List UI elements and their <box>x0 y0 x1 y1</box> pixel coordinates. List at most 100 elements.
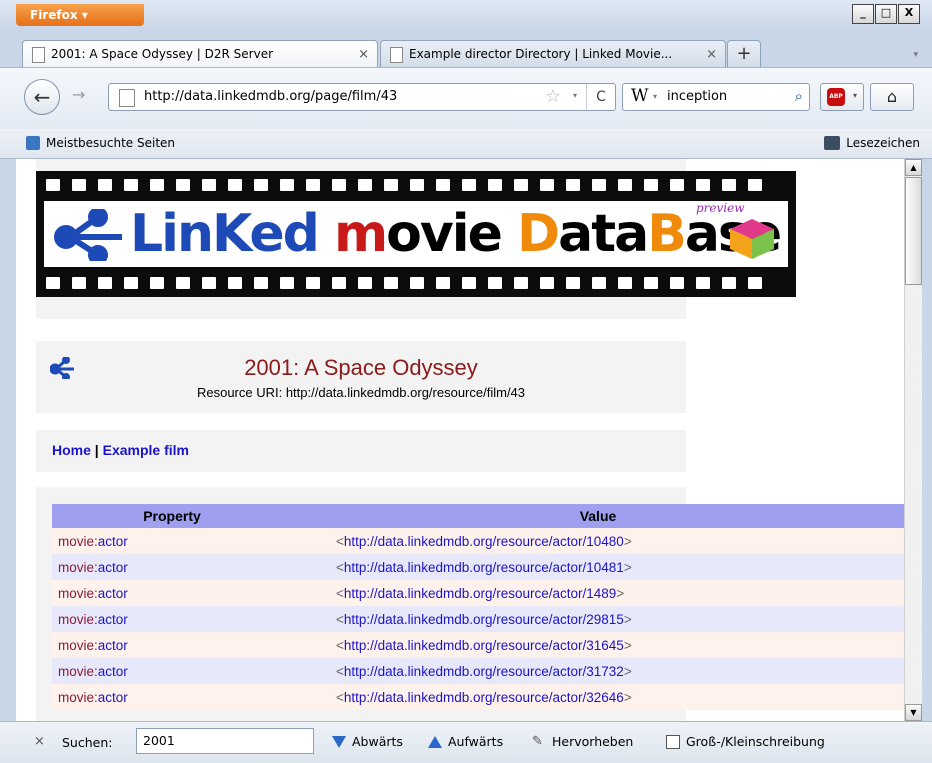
highlighter-icon: ✎ <box>532 733 543 749</box>
wikipedia-engine-icon[interactable]: W <box>631 86 648 106</box>
find-label: Suchen: <box>62 735 113 750</box>
property-link[interactable]: actor <box>98 612 128 627</box>
logo-ovie: ovie <box>386 204 517 264</box>
search-input[interactable]: inception <box>667 84 727 110</box>
maximize-button[interactable]: □ <box>875 4 897 24</box>
property-prefix: movie: <box>58 689 98 705</box>
table-row: movie:actor <http://data.linkedmdb.org/r… <box>52 554 904 580</box>
firefox-menu-button[interactable]: Firefox ▾ <box>16 4 144 26</box>
find-previous-label: Aufwärts <box>448 734 504 749</box>
search-bar[interactable]: W ▾ inception ⌕ <box>622 83 810 111</box>
close-window-button[interactable]: X <box>898 4 920 24</box>
property-link[interactable]: actor <box>98 560 128 575</box>
find-input[interactable]: 2001 <box>136 728 314 754</box>
bookmarks-toolbar: Meistbesuchte Seiten Lesezeichen <box>0 129 932 159</box>
film-perforation-top <box>46 179 786 193</box>
chevron-down-icon[interactable]: ▾ <box>853 91 857 100</box>
property-prefix: movie: <box>58 663 98 679</box>
tab-title: Example director Directory | Linked Movi… <box>409 47 673 61</box>
url-text[interactable]: http://data.linkedmdb.org/page/film/43 <box>144 84 397 110</box>
find-next-label: Abwärts <box>352 734 403 749</box>
property-table: Property Value movie:actor <http://data.… <box>52 504 904 710</box>
property-prefix: movie: <box>58 559 98 575</box>
cube-icon <box>730 219 774 259</box>
value-link[interactable]: http://data.linkedmdb.org/resource/actor… <box>344 586 616 601</box>
property-link[interactable]: actor <box>98 534 128 549</box>
most-visited-label: Meistbesuchte Seiten <box>46 136 176 150</box>
property-link[interactable]: actor <box>98 586 128 601</box>
table-row: movie:actor <http://data.linkedmdb.org/r… <box>52 632 904 658</box>
arrow-down-icon <box>332 735 346 748</box>
value-link[interactable]: http://data.linkedmdb.org/resource/actor… <box>344 560 624 575</box>
value-link[interactable]: http://data.linkedmdb.org/resource/actor… <box>344 612 624 627</box>
logo-strip: LinKed movie DataBase preview <box>44 201 788 267</box>
close-tab-icon[interactable]: × <box>706 41 717 67</box>
close-tab-icon[interactable]: × <box>358 41 369 67</box>
tab-strip: 2001: A Space Odyssey | D2R Server × Exa… <box>0 34 932 67</box>
bookmark-star-icon[interactable]: ☆ <box>545 86 561 107</box>
page-viewport: LinKed movie DataBase preview 2001: A Sp… <box>16 159 904 721</box>
property-prefix: movie: <box>58 533 98 549</box>
url-bar[interactable]: http://data.linkedmdb.org/page/film/43 ☆… <box>108 83 616 111</box>
scrollbar-thumb[interactable] <box>905 177 922 285</box>
site-identity-icon[interactable] <box>119 89 135 107</box>
property-prefix: movie: <box>58 637 98 653</box>
tab-active[interactable]: 2001: A Space Odyssey | D2R Server × <box>22 40 378 67</box>
adblock-icon: ABP <box>827 88 845 106</box>
property-link[interactable]: actor <box>98 638 128 653</box>
logo-d: D <box>516 204 560 264</box>
value-link[interactable]: http://data.linkedmdb.org/resource/actor… <box>344 534 624 549</box>
home-button[interactable]: ⌂ <box>870 83 914 111</box>
property-column-header: Property <box>52 504 292 528</box>
property-prefix: movie: <box>58 611 98 627</box>
search-icon[interactable]: ⌕ <box>795 87 803 105</box>
linked-movie-database-logo[interactable]: LinKed movie DataBase preview <box>36 171 796 297</box>
value-link[interactable]: http://data.linkedmdb.org/resource/actor… <box>344 638 624 653</box>
logo-m: m <box>333 204 388 264</box>
title-panel: 2001: A Space Odyssey Resource URI: http… <box>36 341 686 413</box>
preview-label: preview <box>696 201 745 215</box>
breadcrumb-home-link[interactable]: Home <box>52 442 91 458</box>
vertical-scrollbar[interactable]: ▲ ▼ <box>904 159 922 721</box>
back-button[interactable]: ← <box>24 79 60 115</box>
find-next-button[interactable]: Abwärts <box>332 734 403 749</box>
property-link[interactable]: actor <box>98 690 128 705</box>
bookmarks-menu-button[interactable]: Lesezeichen <box>824 136 920 150</box>
engine-dropdown-icon[interactable]: ▾ <box>653 92 657 101</box>
forward-button[interactable]: → <box>72 85 85 104</box>
match-case-label: Groß-/Kleinschreibung <box>686 734 825 749</box>
bookmarks-icon <box>824 136 841 150</box>
logo-b: B <box>647 204 687 264</box>
window-controls: _ □ X <box>852 4 920 24</box>
match-case-checkbox[interactable]: Groß-/Kleinschreibung <box>666 734 825 749</box>
most-visited-bookmark[interactable]: Meistbesuchte Seiten <box>26 136 175 150</box>
url-history-dropdown-icon[interactable]: ▾ <box>573 91 577 100</box>
table-row: movie:actor <http://data.linkedmdb.org/r… <box>52 528 904 554</box>
property-prefix: movie: <box>58 585 98 601</box>
logo-ata: ata <box>558 204 649 264</box>
find-previous-button[interactable]: Aufwärts <box>428 734 503 749</box>
tab-title: 2001: A Space Odyssey | D2R Server <box>51 47 274 61</box>
breadcrumb: Home | Example film <box>36 430 686 472</box>
value-link[interactable]: http://data.linkedmdb.org/resource/actor… <box>344 664 624 679</box>
scroll-down-icon[interactable]: ▼ <box>905 704 922 721</box>
adblock-plus-button[interactable]: ABP ▾ <box>820 83 864 111</box>
property-link[interactable]: actor <box>98 664 128 679</box>
table-row: movie:actor <http://data.linkedmdb.org/r… <box>52 580 904 606</box>
new-tab-button[interactable]: + <box>727 40 761 67</box>
tab-list-icon[interactable]: ▾ <box>913 50 918 60</box>
network-logo-icon <box>54 209 122 261</box>
close-findbar-icon[interactable]: × <box>34 734 45 749</box>
reload-button[interactable]: C <box>586 84 615 110</box>
checkbox-icon[interactable] <box>666 734 680 749</box>
minimize-button[interactable]: _ <box>852 4 874 24</box>
breadcrumb-example-film-link[interactable]: Example film <box>103 442 189 458</box>
value-link[interactable]: http://data.linkedmdb.org/resource/actor… <box>344 690 624 705</box>
page-icon <box>32 47 45 63</box>
find-bar: × Suchen: 2001 Abwärts Aufwärts ✎ Hervor… <box>0 721 932 763</box>
highlight-label: Hervorheben <box>552 734 634 749</box>
bookmarks-label: Lesezeichen <box>846 136 920 150</box>
scroll-up-icon[interactable]: ▲ <box>905 159 922 176</box>
highlight-all-button[interactable]: ✎ Hervorheben <box>532 734 633 749</box>
tab-inactive[interactable]: Example director Directory | Linked Movi… <box>380 40 726 67</box>
